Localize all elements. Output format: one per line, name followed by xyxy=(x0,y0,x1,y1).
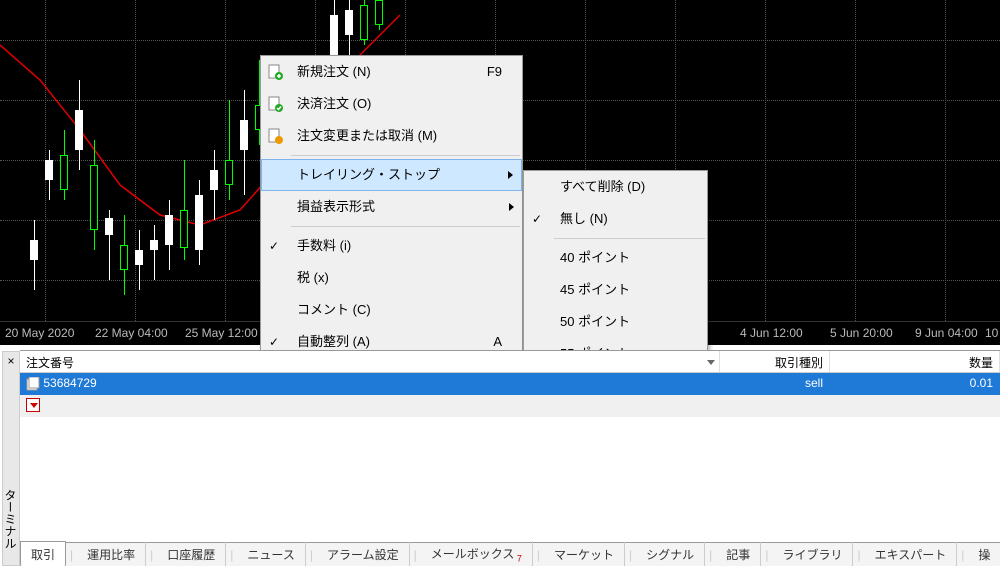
terminal-label-text: ターミナル xyxy=(3,489,17,549)
menu-commission[interactable]: ✓ 手数料 (i) xyxy=(261,230,522,262)
menu-trailing-stop[interactable]: トレイリング・ストップ xyxy=(261,159,522,191)
menu-label: 損益表示形式 xyxy=(297,199,375,214)
col-order-number[interactable]: 注文番号 xyxy=(20,351,720,372)
col-label: 数量 xyxy=(969,356,993,370)
menu-modify-order[interactable]: 注文変更または取消 (M) xyxy=(261,120,522,152)
tab-separator: | xyxy=(957,548,968,566)
tab-separator: | xyxy=(306,548,317,566)
terminal-panel: × ターミナル 注文番号 取引種別 数量 53684729 sell 0.01 … xyxy=(20,350,1000,566)
menu-new-order[interactable]: 新規注文 (N) F9 xyxy=(261,56,522,88)
tab-0[interactable]: 取引 xyxy=(20,541,66,567)
col-label: 取引種別 xyxy=(775,356,823,370)
xaxis-tick: 20 May 2020 xyxy=(5,326,74,340)
menu-profit-display[interactable]: 損益表示形式 xyxy=(261,191,522,223)
tab-separator: | xyxy=(853,548,864,566)
xaxis-tick: 25 May 12:00 xyxy=(185,326,258,340)
col-label: 注文番号 xyxy=(26,356,74,370)
check-icon: ✓ xyxy=(269,230,279,262)
terminal-side-label: × ターミナル xyxy=(2,351,20,566)
menu-separator xyxy=(291,226,520,227)
tab-2[interactable]: 口座履歴 xyxy=(157,542,226,566)
xaxis-tick: 10 Jun xyxy=(985,326,1000,340)
order-row[interactable]: 53684729 sell 0.01 xyxy=(20,373,1000,395)
tab-8[interactable]: 記事 xyxy=(716,542,761,566)
tab-7[interactable]: シグナル xyxy=(636,542,705,566)
menu-comment[interactable]: コメント (C) xyxy=(261,294,522,326)
submenu-arrow-icon xyxy=(509,203,514,211)
xaxis-tick: 22 May 04:00 xyxy=(95,326,168,340)
menu-shortcut: F9 xyxy=(487,56,502,88)
menu-separator xyxy=(554,238,705,239)
orders-table-header: 注文番号 取引種別 数量 xyxy=(20,351,1000,373)
menu-label: 税 (x) xyxy=(297,270,329,285)
order-id: 53684729 xyxy=(43,376,96,390)
col-quantity[interactable]: 数量 xyxy=(830,351,1000,372)
submenu-delete-all[interactable]: すべて削除 (D) xyxy=(524,171,707,203)
tab-separator: | xyxy=(226,548,237,566)
menu-label: 決済注文 (O) xyxy=(297,96,371,111)
tab-9[interactable]: ライブラリ xyxy=(772,542,853,566)
menu-separator xyxy=(291,155,520,156)
tab-6[interactable]: マーケット xyxy=(544,542,625,566)
tab-1[interactable]: 運用比率 xyxy=(77,542,146,566)
menu-label: コメント (C) xyxy=(297,302,371,317)
tab-separator: | xyxy=(533,548,544,566)
tab-separator: | xyxy=(705,548,716,566)
tab-separator: | xyxy=(146,548,157,566)
tab-10[interactable]: エキスパート xyxy=(865,542,958,566)
xaxis-tick: 4 Jun 12:00 xyxy=(740,326,803,340)
tab-4[interactable]: アラーム設定 xyxy=(317,542,410,566)
check-icon: ✓ xyxy=(532,203,542,235)
menu-label: 手数料 (i) xyxy=(297,238,351,253)
tab-3[interactable]: ニュース xyxy=(237,542,305,566)
menu-tax[interactable]: 税 (x) xyxy=(261,262,522,294)
tab-separator: | xyxy=(761,548,772,566)
document-check-icon xyxy=(267,96,283,112)
tab-separator: | xyxy=(625,548,636,566)
menu-label: トレイリング・ストップ xyxy=(297,167,440,182)
menu-label: すべて削除 (D) xyxy=(560,179,645,194)
menu-label: 新規注文 (N) xyxy=(297,64,371,79)
document-plus-icon xyxy=(267,64,283,80)
menu-label: 自動整列 (A) xyxy=(297,334,370,349)
xaxis-tick: 5 Jun 20:00 xyxy=(830,326,893,340)
tab-5[interactable]: メールボックス 7 xyxy=(421,541,533,566)
document-gear-icon xyxy=(267,128,283,144)
tab-separator: | xyxy=(66,548,77,566)
submenu-45pt[interactable]: 45 ポイント xyxy=(524,274,707,306)
order-icon xyxy=(26,377,40,391)
submenu-40pt[interactable]: 40 ポイント xyxy=(524,242,707,274)
menu-label: 40 ポイント xyxy=(560,250,630,265)
badge-icon: 7 xyxy=(514,553,522,563)
alert-row[interactable] xyxy=(20,395,1000,417)
menu-close-order[interactable]: 決済注文 (O) xyxy=(261,88,522,120)
menu-label: 50 ポイント xyxy=(560,314,630,329)
menu-label: 45 ポイント xyxy=(560,282,630,297)
xaxis-tick: 9 Jun 04:00 xyxy=(915,326,978,340)
order-type: sell xyxy=(805,376,823,390)
context-menu: 新規注文 (N) F9 決済注文 (O) 注文変更または取消 (M) トレイリン… xyxy=(260,55,523,391)
tab-separator: | xyxy=(410,548,421,566)
submenu-arrow-icon xyxy=(508,171,513,179)
tab-11[interactable]: 操 xyxy=(968,542,1000,566)
submenu-50pt[interactable]: 50 ポイント xyxy=(524,306,707,338)
order-qty: 0.01 xyxy=(970,376,993,390)
submenu-none[interactable]: ✓ 無し (N) xyxy=(524,203,707,235)
terminal-tabs: 取引|運用比率|口座履歴|ニュース|アラーム設定|メールボックス 7|マーケット… xyxy=(20,542,1000,566)
alert-down-icon xyxy=(26,398,40,412)
col-trade-type[interactable]: 取引種別 xyxy=(720,351,830,372)
menu-label: 無し (N) xyxy=(560,211,608,226)
close-icon[interactable]: × xyxy=(4,354,18,368)
menu-label: 注文変更または取消 (M) xyxy=(297,128,437,143)
